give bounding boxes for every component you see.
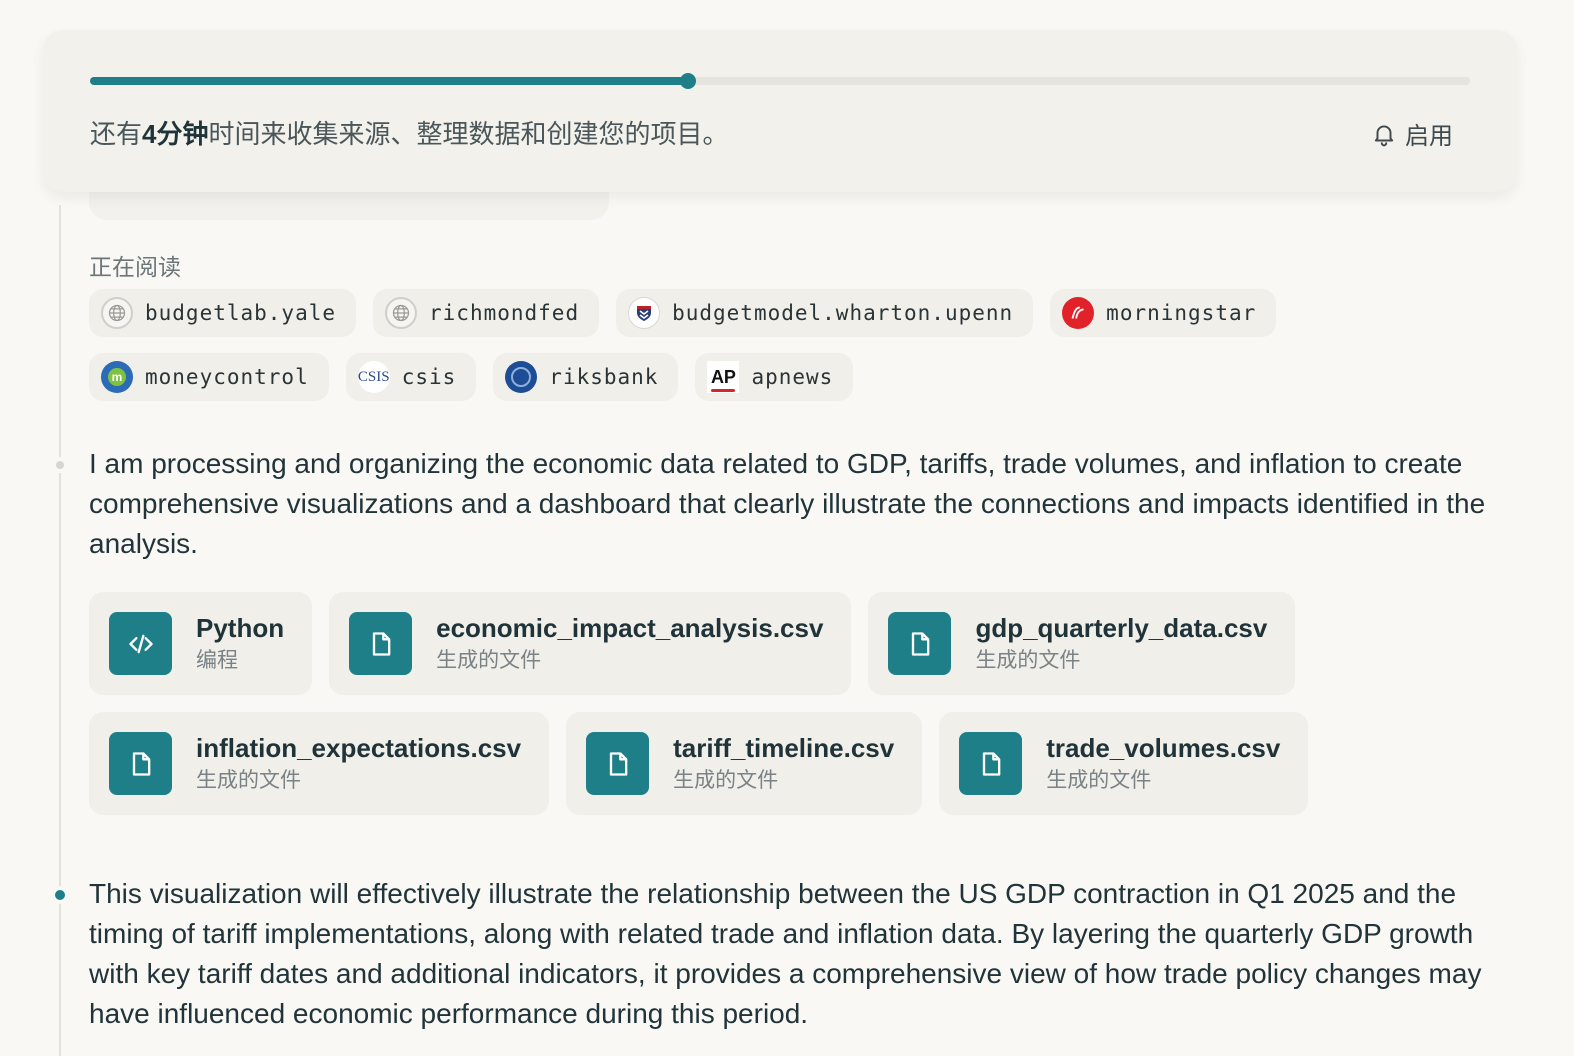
- reading-label: 正在阅读: [89, 254, 181, 280]
- source-name: csis: [401, 365, 457, 389]
- csis-logo-icon: CSIS: [357, 361, 390, 393]
- progress-card: 还有4分钟时间来收集来源、整理数据和创建您的项目。 启用: [43, 30, 1517, 192]
- file-type: 生成的文件: [436, 648, 542, 672]
- source-name: budgetmodel.wharton.upenn: [672, 301, 1014, 325]
- file-card-python[interactable]: Python 编程: [89, 592, 313, 695]
- file-icon: [349, 612, 413, 675]
- source-list: budgetlab.yale richmondfed budgetmodel.w…: [89, 289, 1529, 401]
- source-chip-riksbank[interactable]: riksbank: [493, 353, 679, 401]
- source-chip-apnews[interactable]: AP apnews: [695, 353, 854, 401]
- step-description: This visualization will effectively illu…: [89, 878, 1482, 1029]
- file-type: 生成的文件: [1046, 768, 1152, 792]
- source-name: moneycontrol: [145, 365, 309, 389]
- timeline-dot-active: [51, 886, 69, 904]
- source-name: apnews: [751, 365, 834, 389]
- source-chip-moneycontrol[interactable]: m moneycontrol: [89, 353, 329, 401]
- morningstar-logo-icon: [1062, 297, 1095, 329]
- file-type: 生成的文件: [196, 768, 301, 792]
- source-name: richmondfed: [429, 301, 580, 325]
- file-card-inflation-expectations[interactable]: inflation_expectations.csv 生成的文件: [89, 712, 550, 815]
- riksbank-logo-icon: [505, 361, 538, 393]
- step-description: I am processing and organizing the econo…: [89, 448, 1486, 559]
- source-chip-csis[interactable]: CSIS csis: [345, 353, 477, 401]
- file-card-tariff-timeline[interactable]: tariff_timeline.csv 生成的文件: [566, 712, 923, 815]
- file-type: 生成的文件: [673, 768, 779, 792]
- enable-notifications-button[interactable]: 启用: [1371, 116, 1453, 151]
- enable-notifications-label: 启用: [1405, 123, 1453, 150]
- time-remaining-suffix: 时间来收集来源、整理数据和创建您的项目。: [208, 119, 729, 149]
- file-card-economic-impact-analysis[interactable]: economic_impact_analysis.csv 生成的文件: [329, 592, 852, 695]
- file-icon: [888, 612, 952, 675]
- wharton-logo-icon: [628, 297, 661, 329]
- timeline-dot-completed: [52, 457, 68, 473]
- source-chip-morningstar[interactable]: morningstar: [1050, 289, 1277, 337]
- time-remaining-text: 还有4分钟时间来收集来源、整理数据和创建您的项目。: [90, 114, 729, 151]
- time-remaining-prefix: 还有: [90, 119, 143, 149]
- timeline-line: [59, 205, 61, 1056]
- generated-files: Python 编程 economic_impact_analysis.csv 生…: [89, 592, 1349, 815]
- file-name: trade_volumes.csv: [1046, 732, 1281, 763]
- file-name: Python: [196, 612, 285, 643]
- code-icon: [109, 612, 172, 675]
- source-chip-richmondfed[interactable]: richmondfed: [373, 289, 600, 337]
- ap-logo-icon: AP: [707, 361, 740, 393]
- globe-icon: [385, 297, 418, 329]
- file-card-trade-volumes[interactable]: trade_volumes.csv 生成的文件: [939, 712, 1309, 815]
- file-type: 编程: [196, 648, 238, 672]
- file-name: economic_impact_analysis.csv: [436, 612, 824, 643]
- time-remaining-value: 4分钟: [142, 119, 209, 149]
- file-name: tariff_timeline.csv: [673, 732, 895, 763]
- progress-bar-knob: [679, 73, 696, 89]
- bell-icon: [1374, 124, 1394, 146]
- globe-icon: [101, 297, 133, 329]
- progress-bar: [90, 73, 1470, 89]
- source-name: morningstar: [1106, 301, 1257, 325]
- file-icon: [959, 732, 1023, 795]
- file-icon: [586, 732, 650, 795]
- file-icon: [109, 732, 172, 795]
- previous-item-edge: [89, 190, 609, 220]
- moneycontrol-logo-icon: m: [101, 361, 133, 393]
- file-card-gdp-quarterly-data[interactable]: gdp_quarterly_data.csv 生成的文件: [868, 592, 1296, 695]
- source-chip-budgetlab-yale[interactable]: budgetlab.yale: [89, 289, 357, 337]
- file-type: 生成的文件: [975, 648, 1081, 672]
- file-name: inflation_expectations.csv: [196, 732, 522, 763]
- source-chip-budgetmodel-wharton[interactable]: budgetmodel.wharton.upenn: [616, 289, 1034, 337]
- file-name: gdp_quarterly_data.csv: [975, 612, 1268, 643]
- source-name: budgetlab.yale: [145, 301, 337, 325]
- progress-bar-fill: [90, 77, 688, 85]
- source-name: riksbank: [549, 365, 659, 389]
